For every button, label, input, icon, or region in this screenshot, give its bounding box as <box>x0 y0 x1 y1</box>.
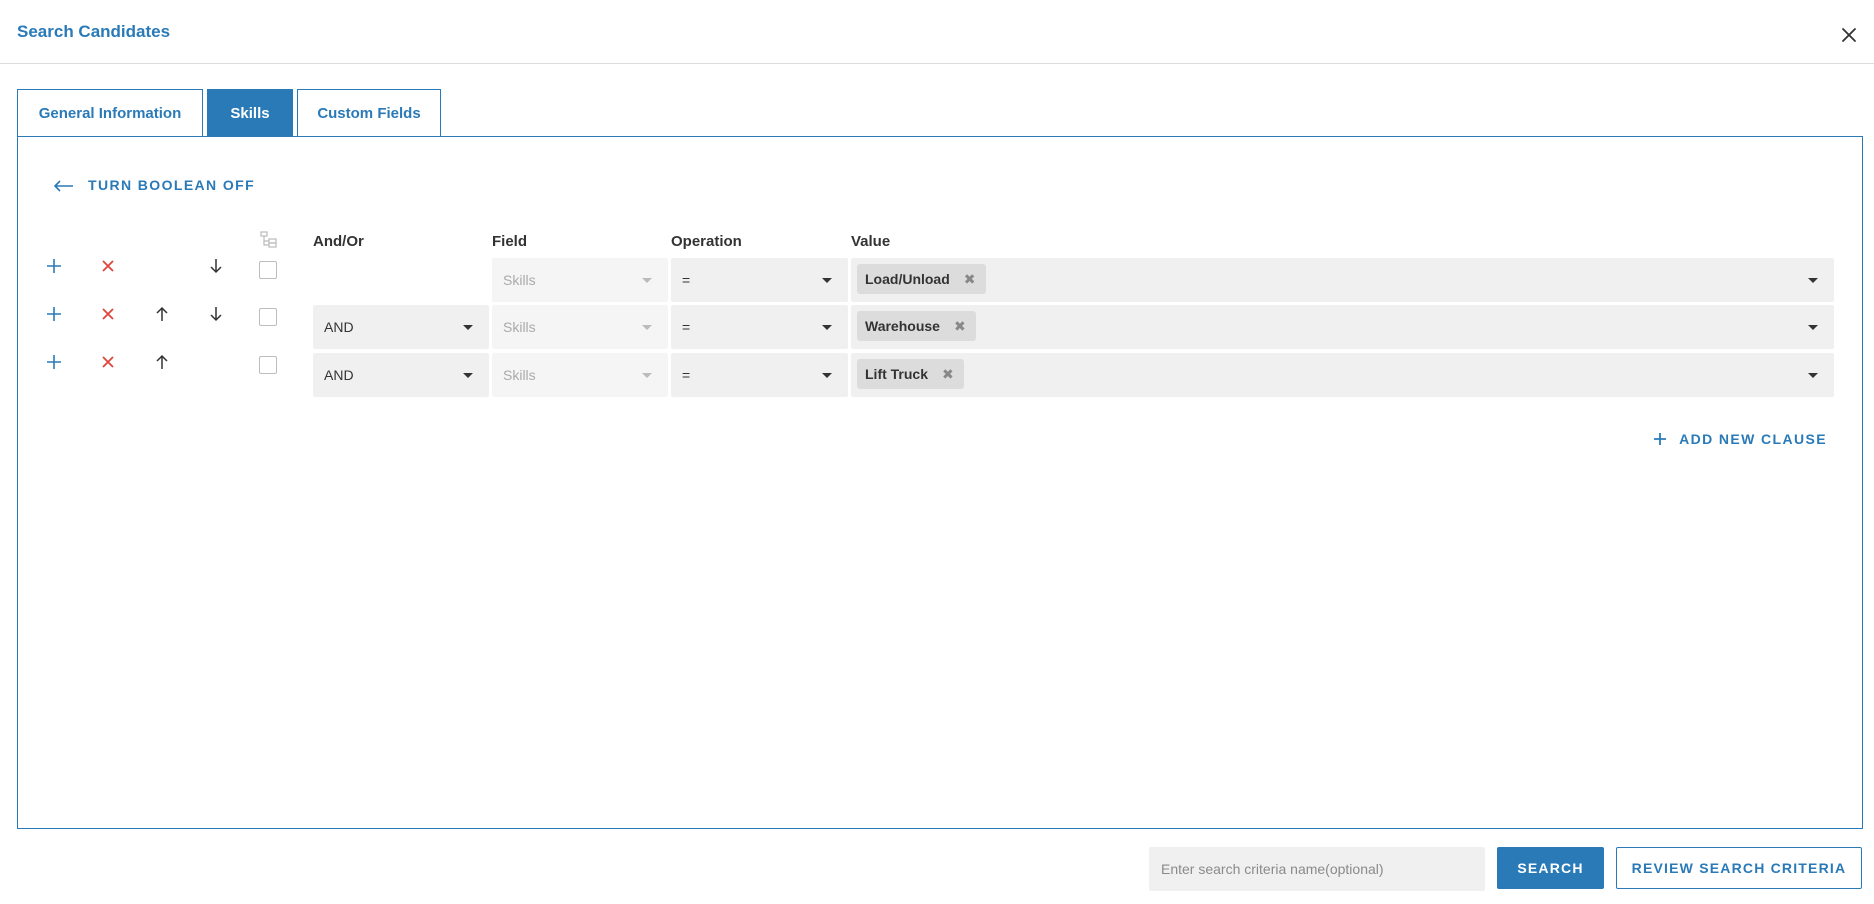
move-down-arrow-icon[interactable] <box>206 304 226 324</box>
chevron-down-icon <box>822 278 832 283</box>
remove-chip-icon[interactable]: ✖ <box>964 271 976 288</box>
chevron-down-icon <box>642 325 652 330</box>
arrow-left-icon <box>53 180 73 192</box>
chevron-down-icon <box>642 373 652 378</box>
column-header-value: Value <box>851 233 891 250</box>
column-header-operation: Operation <box>671 233 742 250</box>
tab-general-information[interactable]: General Information <box>17 89 203 137</box>
remove-clause-x-icon[interactable] <box>98 352 118 372</box>
field-select-value: Skills <box>503 319 536 335</box>
field-select[interactable]: Skills <box>492 305 668 349</box>
dialog-title: Search Candidates <box>17 22 171 41</box>
remove-clause-x-icon[interactable] <box>98 256 118 276</box>
move-up-arrow-icon[interactable] <box>152 304 172 324</box>
value-multiselect[interactable]: Lift Truck ✖ <box>851 353 1834 397</box>
operation-select[interactable]: = <box>671 258 848 302</box>
and-or-select[interactable]: AND <box>313 353 489 397</box>
value-chip: Load/Unload ✖ <box>857 264 986 294</box>
value-chip: Warehouse ✖ <box>857 311 976 341</box>
review-search-criteria-button[interactable]: REVIEW SEARCH CRITERIA <box>1616 847 1862 889</box>
operation-select[interactable]: = <box>671 353 848 397</box>
field-select[interactable]: Skills <box>492 258 668 302</box>
column-header-field: Field <box>492 233 528 250</box>
value-chip-label: Load/Unload <box>865 271 950 287</box>
chevron-down-icon <box>1808 278 1818 283</box>
chevron-down-icon <box>1808 325 1818 330</box>
remove-chip-icon[interactable]: ✖ <box>942 366 954 383</box>
operation-select-value: = <box>682 367 691 383</box>
close-icon[interactable] <box>1838 24 1860 46</box>
move-up-arrow-icon[interactable] <box>152 352 172 372</box>
value-multiselect[interactable]: Warehouse ✖ <box>851 305 1834 349</box>
group-tree-icon[interactable] <box>260 231 278 249</box>
move-down-arrow-icon[interactable] <box>206 256 226 276</box>
chevron-down-icon <box>463 325 473 330</box>
tab-skills[interactable]: Skills <box>207 89 293 137</box>
clause-checkbox[interactable] <box>259 261 277 279</box>
column-header-and-or: And/Or <box>313 233 364 250</box>
chevron-down-icon <box>822 373 832 378</box>
field-select-value: Skills <box>503 272 536 288</box>
tab-custom-fields[interactable]: Custom Fields <box>297 89 441 137</box>
turn-boolean-off-label: TURN BOOLEAN OFF <box>88 177 256 193</box>
and-or-select-value: AND <box>324 319 354 335</box>
chevron-down-icon <box>1808 373 1818 378</box>
add-clause-plus-icon[interactable] <box>44 352 64 372</box>
clause-checkbox[interactable] <box>259 356 277 374</box>
add-clause-plus-icon[interactable] <box>44 256 64 276</box>
remove-chip-icon[interactable]: ✖ <box>954 318 966 335</box>
and-or-select-value: AND <box>324 367 354 383</box>
value-chip: Lift Truck ✖ <box>857 359 964 389</box>
and-or-select[interactable]: AND <box>313 305 489 349</box>
chevron-down-icon <box>463 373 473 378</box>
add-clause-plus-icon[interactable] <box>44 304 64 324</box>
search-button[interactable]: SEARCH <box>1497 847 1604 889</box>
operation-select-value: = <box>682 272 691 288</box>
field-select[interactable]: Skills <box>492 353 668 397</box>
value-chip-label: Warehouse <box>865 318 940 334</box>
search-criteria-name-input[interactable] <box>1149 847 1485 891</box>
skills-panel <box>17 136 1863 829</box>
turn-boolean-off-button[interactable]: TURN BOOLEAN OFF <box>52 174 255 196</box>
chevron-down-icon <box>822 325 832 330</box>
chevron-down-icon <box>642 278 652 283</box>
dialog-header: Search Candidates <box>0 0 1874 64</box>
operation-select-value: = <box>682 319 691 335</box>
operation-select[interactable]: = <box>671 305 848 349</box>
add-new-clause-label: ADD NEW CLAUSE <box>1679 431 1827 447</box>
clause-checkbox[interactable] <box>259 308 277 326</box>
value-multiselect[interactable]: Load/Unload ✖ <box>851 258 1834 302</box>
value-chip-label: Lift Truck <box>865 366 929 382</box>
field-select-value: Skills <box>503 367 536 383</box>
plus-icon <box>1654 433 1667 445</box>
remove-clause-x-icon[interactable] <box>98 304 118 324</box>
add-new-clause-button[interactable]: ADD NEW CLAUSE <box>1653 428 1827 450</box>
